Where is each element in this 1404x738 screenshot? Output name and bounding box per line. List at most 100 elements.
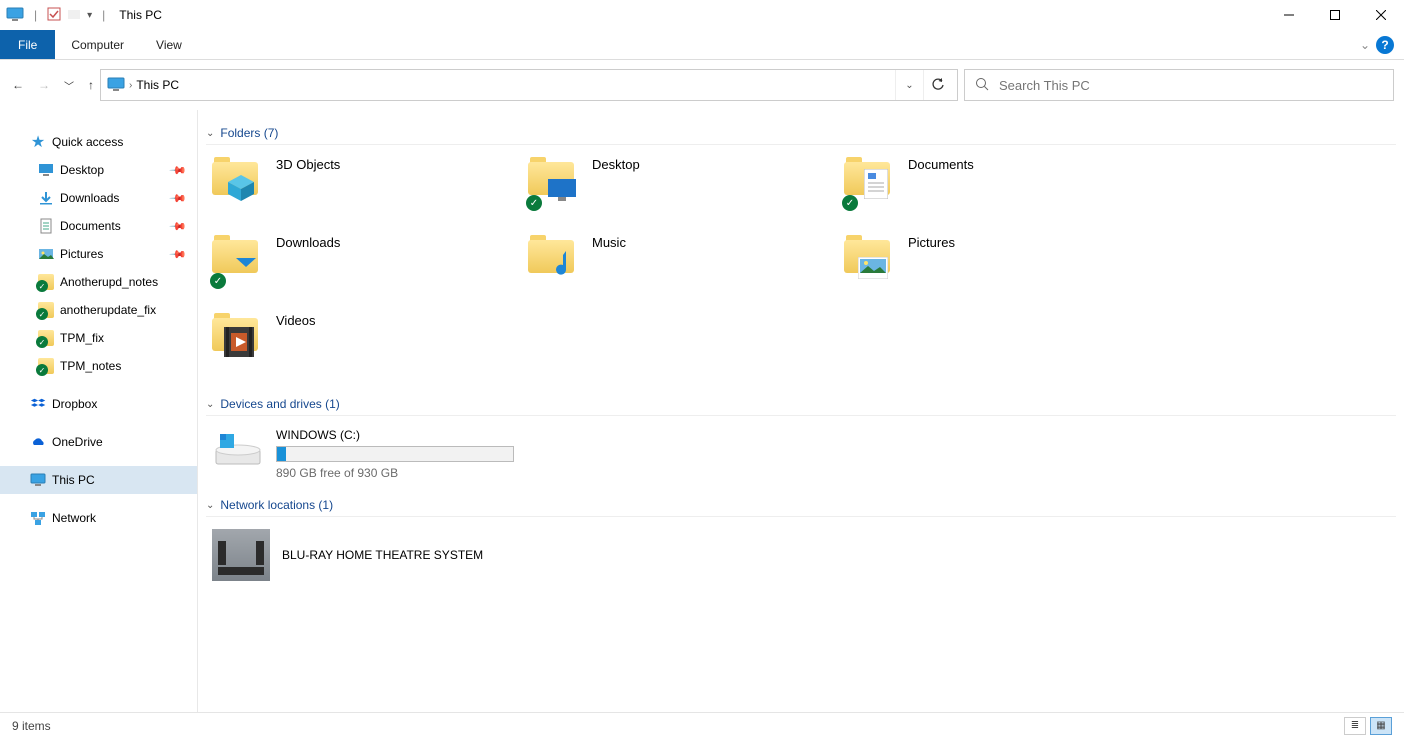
breadcrumb[interactable]: This PC <box>136 78 179 92</box>
sidebar-item-label: anotherupdate_fix <box>60 303 156 317</box>
sidebar-item-desktop[interactable]: Desktop 📌 <box>0 156 197 184</box>
this-pc-icon <box>6 7 24 24</box>
drive-label: WINDOWS (C:) <box>276 428 514 442</box>
tile-label: Pictures <box>908 235 955 250</box>
sidebar-quick-access[interactable]: ★ Quick access <box>0 128 197 156</box>
group-header-drives[interactable]: ⌄ Devices and drives (1) <box>206 393 1396 416</box>
sidebar-item-tpm_notes[interactable]: ✓ TPM_notes <box>0 352 197 380</box>
chevron-right-icon[interactable]: › <box>129 80 132 91</box>
qat-customize-icon[interactable]: ▾ <box>87 10 92 21</box>
qat-newfolder-icon[interactable] <box>67 7 81 24</box>
onedrive-icon <box>30 434 46 450</box>
device-icon <box>212 529 270 581</box>
sidebar-item-anotherupd_notes[interactable]: ✓ Anotherupd_notes <box>0 268 197 296</box>
dropbox-icon <box>30 396 46 412</box>
title-bar: | ▾ | This PC <box>0 0 1404 30</box>
folder-tile-music[interactable]: Music <box>522 231 838 303</box>
view-tiles-button[interactable]: ▦ <box>1370 717 1392 735</box>
address-bar[interactable]: › This PC ⌄ <box>100 69 958 101</box>
file-tab[interactable]: File <box>0 30 55 59</box>
folder-icon: ✓ <box>844 157 896 209</box>
sidebar-item-dropbox[interactable]: Dropbox <box>0 390 197 418</box>
status-bar: 9 items ≣ ▦ <box>0 712 1404 738</box>
status-item-count: 9 items <box>12 719 51 733</box>
chevron-down-icon: ⌄ <box>206 500 214 511</box>
sidebar-item-downloads[interactable]: Downloads 📌 <box>0 184 197 212</box>
downloads-icon <box>38 190 54 206</box>
documents-icon <box>38 218 54 234</box>
tab-computer[interactable]: Computer <box>55 30 140 59</box>
drive-free-text: 890 GB free of 930 GB <box>276 466 514 480</box>
folder-sync-icon: ✓ <box>38 330 54 346</box>
qat-properties-icon[interactable] <box>47 7 61 24</box>
folder-icon: ✓ <box>528 157 580 209</box>
search-box[interactable] <box>964 69 1394 101</box>
folder-sync-icon: ✓ <box>38 302 54 318</box>
tile-label: 3D Objects <box>276 157 340 172</box>
back-button[interactable]: ← <box>12 78 24 92</box>
tab-view[interactable]: View <box>140 30 198 59</box>
tile-label: Documents <box>908 157 974 172</box>
sidebar-item-label: Dropbox <box>52 397 97 411</box>
sidebar-item-documents[interactable]: Documents 📌 <box>0 212 197 240</box>
folder-icon <box>212 157 264 209</box>
sidebar-item-label: Network <box>52 511 96 525</box>
sidebar-item-label: This PC <box>52 473 95 487</box>
folder-tile-pictures[interactable]: Pictures <box>838 231 1154 303</box>
address-history-button[interactable]: ⌄ <box>895 70 923 100</box>
maximize-button[interactable] <box>1312 0 1358 30</box>
drive-capacity-bar <box>276 446 514 462</box>
up-button[interactable]: ↑ <box>88 78 94 92</box>
sync-badge-icon: ✓ <box>842 195 858 211</box>
pictures-icon <box>38 246 54 262</box>
recent-locations-button[interactable]: ﹀ <box>64 78 74 93</box>
tile-label: Downloads <box>276 235 340 250</box>
drive-tile[interactable]: WINDOWS (C:) 890 GB free of 930 GB <box>206 424 1396 484</box>
folder-icon <box>528 235 580 287</box>
sync-badge-icon: ✓ <box>526 195 542 211</box>
pin-icon: 📌 <box>169 217 188 236</box>
sidebar-item-label: TPM_notes <box>60 359 121 373</box>
refresh-button[interactable] <box>923 70 951 100</box>
close-button[interactable] <box>1358 0 1404 30</box>
forward-button[interactable]: → <box>38 78 50 92</box>
group-header-network[interactable]: ⌄ Network locations (1) <box>206 494 1396 517</box>
sidebar-item-label: OneDrive <box>52 435 103 449</box>
ribbon-collapse-icon[interactable]: ⌄ <box>1360 38 1370 52</box>
network-icon <box>30 510 46 526</box>
tile-label: Videos <box>276 313 316 328</box>
sidebar-item-label: TPM_fix <box>60 331 104 345</box>
sidebar-item-label: Anotherupd_notes <box>60 275 158 289</box>
network-location-tile[interactable]: BLU-RAY HOME THEATRE SYSTEM <box>206 525 1396 585</box>
address-icon <box>107 77 125 94</box>
search-input[interactable] <box>999 78 1383 93</box>
sidebar-item-label: Documents <box>60 219 121 233</box>
folder-tile-3d-objects[interactable]: 3D Objects <box>206 153 522 225</box>
sidebar-item-tpm_fix[interactable]: ✓ TPM_fix <box>0 324 197 352</box>
desktop-icon <box>38 162 54 178</box>
folder-sync-icon: ✓ <box>38 358 54 374</box>
group-header-folders[interactable]: ⌄ Folders (7) <box>206 122 1396 145</box>
navigation-pane: ★ Quick access Desktop 📌 Downloads 📌 Doc… <box>0 110 198 712</box>
folder-tile-downloads[interactable]: ✓ Downloads <box>206 231 522 303</box>
folder-tile-documents[interactable]: ✓ Documents <box>838 153 1154 225</box>
sidebar-item-anotherupdate_fix[interactable]: ✓ anotherupdate_fix <box>0 296 197 324</box>
sidebar-item-network[interactable]: Network <box>0 504 197 532</box>
folder-sync-icon: ✓ <box>38 274 54 290</box>
minimize-button[interactable] <box>1266 0 1312 30</box>
sidebar-item-this-pc[interactable]: This PC <box>0 466 197 494</box>
chevron-down-icon: ⌄ <box>206 399 214 410</box>
pin-icon: 📌 <box>169 161 188 180</box>
sidebar-item-onedrive[interactable]: OneDrive <box>0 428 197 456</box>
sidebar-item-pictures[interactable]: Pictures 📌 <box>0 240 197 268</box>
drive-icon <box>212 428 264 473</box>
qat-separator: | <box>34 8 37 22</box>
folder-tile-desktop[interactable]: ✓ Desktop <box>522 153 838 225</box>
sidebar-item-label: Downloads <box>60 191 119 205</box>
window-title: This PC <box>119 8 162 22</box>
ribbon: File Computer View ⌄ ? <box>0 30 1404 60</box>
help-button[interactable]: ? <box>1376 36 1394 54</box>
qat-separator2: | <box>102 8 105 22</box>
folder-tile-videos[interactable]: Videos <box>206 309 522 381</box>
view-details-button[interactable]: ≣ <box>1344 717 1366 735</box>
